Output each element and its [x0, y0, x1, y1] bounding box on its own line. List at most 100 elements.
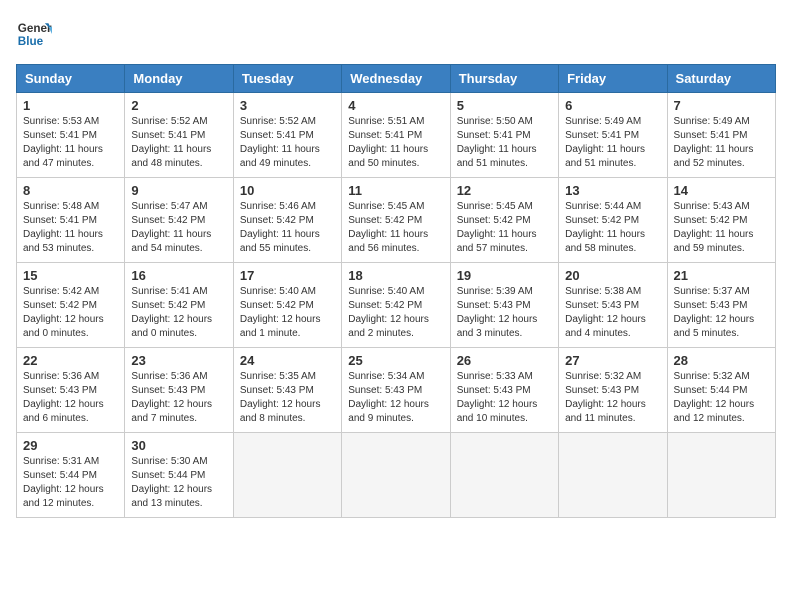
- day-number: 6: [565, 98, 660, 113]
- day-info: Sunrise: 5:31 AMSunset: 5:44 PMDaylight:…: [23, 455, 118, 511]
- day-info: Sunrise: 5:33 AMSunset: 5:43 PMDaylight:…: [457, 370, 552, 426]
- day-info: Sunrise: 5:38 AMSunset: 5:43 PMDaylight:…: [565, 285, 660, 341]
- col-header-saturday: Saturday: [667, 65, 775, 93]
- calendar-cell: 30 Sunrise: 5:30 AMSunset: 5:44 PMDayligh…: [125, 433, 233, 518]
- page-header: General Blue: [16, 16, 776, 52]
- day-info: Sunrise: 5:37 AMSunset: 5:43 PMDaylight:…: [674, 285, 769, 341]
- day-info: Sunrise: 5:51 AMSunset: 5:41 PMDaylight:…: [348, 115, 443, 171]
- week-row-2: 8 Sunrise: 5:48 AMSunset: 5:41 PMDaylight…: [17, 178, 776, 263]
- week-row-5: 29 Sunrise: 5:31 AMSunset: 5:44 PMDayligh…: [17, 433, 776, 518]
- calendar-cell: 2 Sunrise: 5:52 AMSunset: 5:41 PMDaylight…: [125, 93, 233, 178]
- calendar-cell: 17 Sunrise: 5:40 AMSunset: 5:42 PMDayligh…: [233, 263, 341, 348]
- day-info: Sunrise: 5:30 AMSunset: 5:44 PMDaylight:…: [131, 455, 226, 511]
- calendar-cell: 14 Sunrise: 5:43 AMSunset: 5:42 PMDayligh…: [667, 178, 775, 263]
- day-number: 24: [240, 353, 335, 368]
- day-number: 2: [131, 98, 226, 113]
- day-info: Sunrise: 5:45 AMSunset: 5:42 PMDaylight:…: [348, 200, 443, 256]
- day-number: 1: [23, 98, 118, 113]
- calendar-cell: [667, 433, 775, 518]
- day-info: Sunrise: 5:49 AMSunset: 5:41 PMDaylight:…: [565, 115, 660, 171]
- week-row-4: 22 Sunrise: 5:36 AMSunset: 5:43 PMDayligh…: [17, 348, 776, 433]
- calendar-cell: 26 Sunrise: 5:33 AMSunset: 5:43 PMDayligh…: [450, 348, 558, 433]
- day-number: 23: [131, 353, 226, 368]
- day-info: Sunrise: 5:48 AMSunset: 5:41 PMDaylight:…: [23, 200, 118, 256]
- day-number: 20: [565, 268, 660, 283]
- day-number: 5: [457, 98, 552, 113]
- day-info: Sunrise: 5:52 AMSunset: 5:41 PMDaylight:…: [240, 115, 335, 171]
- calendar-table: SundayMondayTuesdayWednesdayThursdayFrid…: [16, 64, 776, 518]
- calendar-cell: 27 Sunrise: 5:32 AMSunset: 5:43 PMDayligh…: [559, 348, 667, 433]
- day-info: Sunrise: 5:41 AMSunset: 5:42 PMDaylight:…: [131, 285, 226, 341]
- day-number: 28: [674, 353, 769, 368]
- day-info: Sunrise: 5:45 AMSunset: 5:42 PMDaylight:…: [457, 200, 552, 256]
- calendar-cell: [342, 433, 450, 518]
- calendar-cell: 4 Sunrise: 5:51 AMSunset: 5:41 PMDaylight…: [342, 93, 450, 178]
- day-number: 15: [23, 268, 118, 283]
- calendar-cell: 10Sunrise: 5:46 AMSunset: 5:42 PMDayligh…: [233, 178, 341, 263]
- day-info: Sunrise: 5:49 AMSunset: 5:41 PMDaylight:…: [674, 115, 769, 171]
- day-number: 25: [348, 353, 443, 368]
- day-number: 4: [348, 98, 443, 113]
- week-row-3: 15 Sunrise: 5:42 AMSunset: 5:42 PMDayligh…: [17, 263, 776, 348]
- col-header-monday: Monday: [125, 65, 233, 93]
- day-number: 29: [23, 438, 118, 453]
- day-number: 14: [674, 183, 769, 198]
- calendar-cell: 22 Sunrise: 5:36 AMSunset: 5:43 PMDayligh…: [17, 348, 125, 433]
- week-row-1: 1 Sunrise: 5:53 AMSunset: 5:41 PMDaylight…: [17, 93, 776, 178]
- day-info: Sunrise: 5:52 AMSunset: 5:41 PMDaylight:…: [131, 115, 226, 171]
- calendar-cell: 8 Sunrise: 5:48 AMSunset: 5:41 PMDaylight…: [17, 178, 125, 263]
- day-number: 8: [23, 183, 118, 198]
- logo: General Blue: [16, 16, 52, 52]
- day-number: 17: [240, 268, 335, 283]
- calendar-cell: 23Sunrise: 5:36 AMSunset: 5:43 PMDayligh…: [125, 348, 233, 433]
- calendar-cell: 28 Sunrise: 5:32 AMSunset: 5:44 PMDayligh…: [667, 348, 775, 433]
- day-number: 27: [565, 353, 660, 368]
- day-number: 19: [457, 268, 552, 283]
- calendar-cell: [233, 433, 341, 518]
- day-info: Sunrise: 5:32 AMSunset: 5:43 PMDaylight:…: [565, 370, 660, 426]
- day-info: Sunrise: 5:43 AMSunset: 5:42 PMDaylight:…: [674, 200, 769, 256]
- calendar-cell: 18 Sunrise: 5:40 AMSunset: 5:42 PMDayligh…: [342, 263, 450, 348]
- day-number: 18: [348, 268, 443, 283]
- calendar-cell: [450, 433, 558, 518]
- day-info: Sunrise: 5:40 AMSunset: 5:42 PMDaylight:…: [348, 285, 443, 341]
- day-number: 9: [131, 183, 226, 198]
- day-info: Sunrise: 5:53 AMSunset: 5:41 PMDaylight:…: [23, 115, 118, 171]
- day-number: 22: [23, 353, 118, 368]
- calendar-cell: 21 Sunrise: 5:37 AMSunset: 5:43 PMDayligh…: [667, 263, 775, 348]
- calendar-cell: 12Sunrise: 5:45 AMSunset: 5:42 PMDayligh…: [450, 178, 558, 263]
- calendar-cell: 7 Sunrise: 5:49 AMSunset: 5:41 PMDaylight…: [667, 93, 775, 178]
- calendar-cell: 1 Sunrise: 5:53 AMSunset: 5:41 PMDaylight…: [17, 93, 125, 178]
- calendar-cell: 3 Sunrise: 5:52 AMSunset: 5:41 PMDaylight…: [233, 93, 341, 178]
- day-number: 10: [240, 183, 335, 198]
- day-info: Sunrise: 5:40 AMSunset: 5:42 PMDaylight:…: [240, 285, 335, 341]
- day-info: Sunrise: 5:39 AMSunset: 5:43 PMDaylight:…: [457, 285, 552, 341]
- day-number: 26: [457, 353, 552, 368]
- calendar-cell: 11 Sunrise: 5:45 AMSunset: 5:42 PMDayligh…: [342, 178, 450, 263]
- calendar-cell: 20 Sunrise: 5:38 AMSunset: 5:43 PMDayligh…: [559, 263, 667, 348]
- calendar-cell: 9 Sunrise: 5:47 AMSunset: 5:42 PMDaylight…: [125, 178, 233, 263]
- calendar-cell: 13Sunrise: 5:44 AMSunset: 5:42 PMDayligh…: [559, 178, 667, 263]
- calendar-cell: 15 Sunrise: 5:42 AMSunset: 5:42 PMDayligh…: [17, 263, 125, 348]
- calendar-cell: 24 Sunrise: 5:35 AMSunset: 5:43 PMDayligh…: [233, 348, 341, 433]
- day-info: Sunrise: 5:42 AMSunset: 5:42 PMDaylight:…: [23, 285, 118, 341]
- day-info: Sunrise: 5:50 AMSunset: 5:41 PMDaylight:…: [457, 115, 552, 171]
- calendar-cell: 5 Sunrise: 5:50 AMSunset: 5:41 PMDaylight…: [450, 93, 558, 178]
- col-header-thursday: Thursday: [450, 65, 558, 93]
- calendar-cell: 29 Sunrise: 5:31 AMSunset: 5:44 PMDayligh…: [17, 433, 125, 518]
- day-number: 21: [674, 268, 769, 283]
- calendar-header-row: SundayMondayTuesdayWednesdayThursdayFrid…: [17, 65, 776, 93]
- calendar-cell: 16 Sunrise: 5:41 AMSunset: 5:42 PMDayligh…: [125, 263, 233, 348]
- day-info: Sunrise: 5:47 AMSunset: 5:42 PMDaylight:…: [131, 200, 226, 256]
- day-info: Sunrise: 5:36 AMSunset: 5:43 PMDaylight:…: [23, 370, 118, 426]
- day-number: 30: [131, 438, 226, 453]
- day-number: 7: [674, 98, 769, 113]
- calendar-cell: 25Sunrise: 5:34 AMSunset: 5:43 PMDayligh…: [342, 348, 450, 433]
- day-info: Sunrise: 5:32 AMSunset: 5:44 PMDaylight:…: [674, 370, 769, 426]
- day-info: Sunrise: 5:44 AMSunset: 5:42 PMDaylight:…: [565, 200, 660, 256]
- calendar-cell: 6 Sunrise: 5:49 AMSunset: 5:41 PMDaylight…: [559, 93, 667, 178]
- day-info: Sunrise: 5:35 AMSunset: 5:43 PMDaylight:…: [240, 370, 335, 426]
- day-number: 3: [240, 98, 335, 113]
- day-number: 11: [348, 183, 443, 198]
- day-number: 16: [131, 268, 226, 283]
